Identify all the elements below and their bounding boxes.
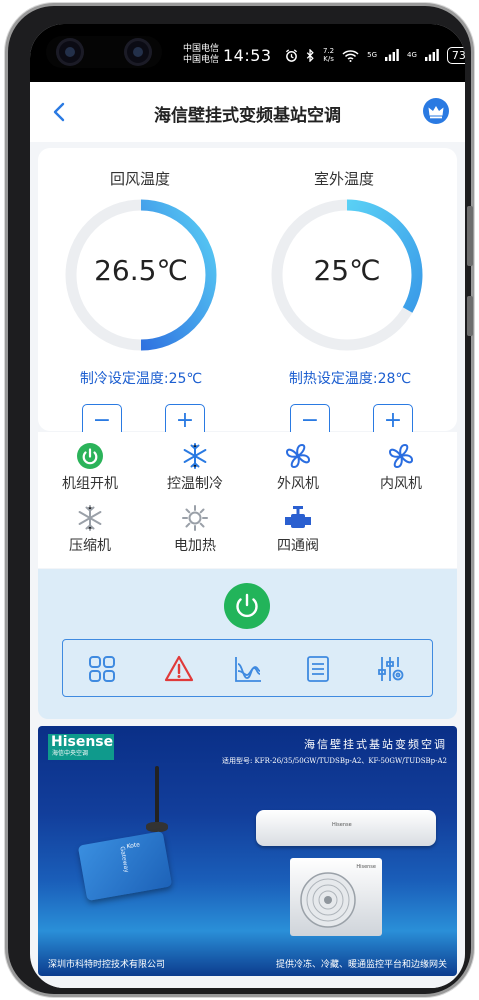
power-side-button: [467, 296, 473, 336]
product-banner[interactable]: Hisense 海信中央空调 海信壁挂式基站变频空调 适用型号: KFR-26/…: [38, 726, 457, 976]
battery-indicator: 73: [446, 46, 465, 64]
status-compressor: 压缩机: [40, 504, 140, 555]
signal-2-tag: 4G: [407, 51, 417, 59]
signal-1-tag: 5G: [367, 51, 378, 59]
carrier-labels: 中国电信 中国电信: [183, 44, 219, 66]
banner-models: 适用型号: KFR-26/35/50GW/TUDSBp-A2、KF-50GW/T…: [221, 757, 447, 765]
status-label: 机组开机: [62, 476, 118, 492]
status-label: 四通阀: [277, 538, 319, 554]
chart-icon[interactable]: [233, 654, 263, 684]
banner-footer: 深圳市科特时控技术有限公司 提供冷冻、冷藏、暖通监控平台和边缘网关: [48, 957, 447, 970]
cooling-setpoint: 制冷设定温度:25℃: [79, 371, 203, 387]
fan-icon: [285, 443, 311, 469]
snowflake-icon: [183, 443, 207, 469]
brand-sub: 海信中央空调: [52, 750, 89, 757]
camera-cutout: [46, 36, 162, 68]
signal-icon: [385, 49, 399, 61]
status-label: 电加热: [174, 538, 216, 554]
sun-icon: [182, 505, 208, 531]
status-unit-on: 机组开机: [40, 442, 140, 493]
outdoor-unit-image: Hisense: [290, 858, 382, 936]
outdoor-unit-brand: Hisense: [356, 864, 376, 870]
status-outdoor-fan: 外风机: [248, 442, 348, 493]
front-camera-icon: [124, 38, 152, 66]
phone-frame: 中国电信 中国电信 14:53 7.2 K/s 5G 4G 73 海信壁挂式变频…: [8, 6, 473, 994]
volume-button: [467, 206, 473, 266]
status-label: 压缩机: [69, 538, 111, 554]
screen-bottom: [30, 979, 465, 988]
control-panel: [38, 569, 457, 719]
antenna-base-image: [146, 822, 168, 832]
snowflake-icon: [78, 505, 102, 531]
app-header: 海信壁挂式变频基站空调: [30, 82, 465, 142]
bluetooth-icon: [306, 48, 314, 62]
function-toolbar: [62, 639, 433, 697]
banner-title: 海信壁挂式基站变频空调: [304, 738, 447, 751]
crown-icon[interactable]: [423, 98, 449, 124]
signal-icon: [424, 49, 439, 61]
carrier-1: 中国电信: [183, 44, 220, 54]
return-air-temp-label: 回风温度: [109, 170, 170, 188]
status-label: 内风机: [380, 476, 422, 492]
gateway-logo: Kote: [126, 841, 141, 851]
wifi-icon: [342, 49, 359, 62]
temperature-card: 回风温度 26.5℃ 制冷设定温度:25℃ − + 室外温度 25℃ 制热设定温…: [38, 148, 457, 438]
clock: 14:53: [223, 46, 272, 65]
alarm-icon[interactable]: [164, 654, 194, 684]
alarm-clock-icon: [285, 48, 298, 62]
network-speed: 7.2 K/s: [323, 47, 334, 63]
fan-icon: [388, 443, 414, 469]
banner-tagline: 提供冷冻、冷藏、暖通监控平台和边缘网关: [275, 960, 447, 970]
indoor-unit-image: Hisense: [256, 810, 436, 846]
outdoor-temp-value: 25℃: [313, 254, 381, 287]
valve-icon: [285, 506, 311, 528]
status-temp-cooling: 控温制冷: [145, 442, 245, 493]
page-title: 海信壁挂式变频基站空调: [154, 106, 341, 126]
banner-company: 深圳市科特时控技术有限公司: [48, 960, 166, 970]
list-icon[interactable]: [303, 654, 333, 684]
status-four-way-valve: 四通阀: [248, 504, 348, 555]
status-electric-heating: 电加热: [145, 504, 245, 555]
status-label: 外风机: [277, 476, 319, 492]
status-bar: 中国电信 中国电信 14:53 7.2 K/s 5G 4G 73: [30, 24, 465, 82]
antenna-image: [155, 766, 159, 830]
gateway-device-image: Gateway Kote: [77, 830, 173, 902]
power-icon: [77, 443, 103, 469]
status-indoor-fan: 内风机: [351, 442, 451, 493]
indoor-unit-brand: Hisense: [332, 822, 352, 828]
status-label: 控温制冷: [167, 476, 223, 492]
power-toggle-button[interactable]: [224, 583, 270, 629]
screen: 中国电信 中国电信 14:53 7.2 K/s 5G 4G 73 海信壁挂式变频…: [30, 24, 465, 988]
power-icon: [236, 593, 258, 618]
grid-icon[interactable]: [87, 654, 117, 684]
outdoor-temp-label: 室外温度: [313, 170, 374, 188]
brand-logo: Hisense 海信中央空调: [48, 734, 114, 760]
brand-name: Hisense: [51, 734, 114, 750]
equipment-status-panel: 机组开机 控温制冷 外风机 内风机 压缩机 电加热 四通阀: [38, 432, 457, 568]
network-speed-unit: K/s: [323, 55, 334, 63]
return-air-temp-value: 26.5℃: [94, 254, 188, 287]
heating-setpoint: 制热设定温度:28℃: [288, 371, 412, 387]
front-camera-icon: [56, 38, 84, 66]
status-icons: 7.2 K/s 5G 4G 73: [285, 44, 465, 66]
fan-grille-icon: [300, 872, 356, 928]
settings-icon[interactable]: [375, 654, 405, 684]
carrier-2: 中国电信: [183, 55, 220, 65]
network-speed-value: 7.2: [323, 47, 335, 55]
